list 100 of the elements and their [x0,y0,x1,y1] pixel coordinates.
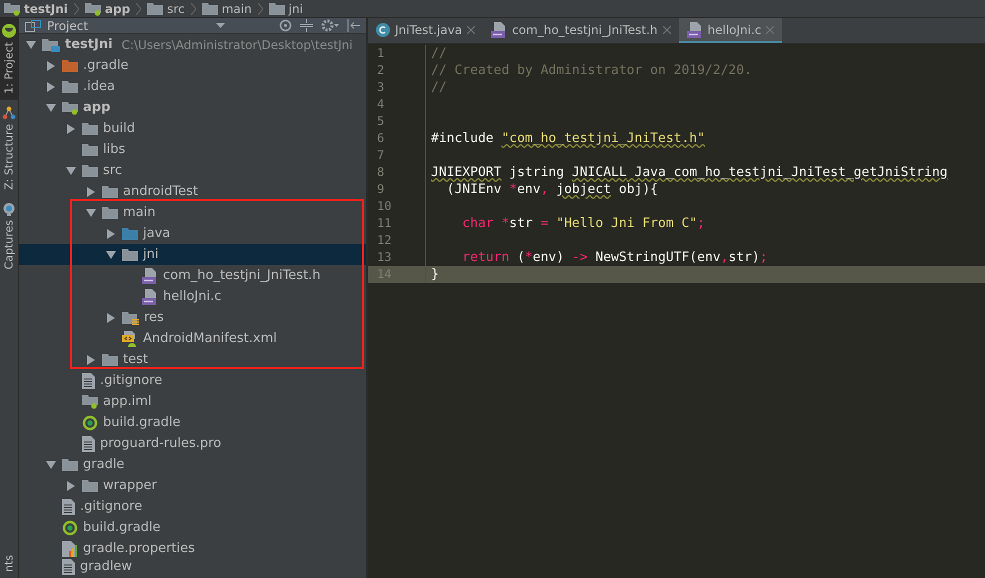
chevron-icon [190,2,196,14]
tool-window-tab[interactable]: nts [0,548,18,578]
collapsed-arrow-icon[interactable] [47,60,55,70]
tree-item[interactable]: gradlew [19,559,366,578]
line-number: 8 [376,164,386,181]
code-line: // [431,79,447,96]
tree-item[interactable]: res [19,307,366,328]
project-folder-icon [42,38,60,52]
project-view-icon [25,20,41,32]
collapsed-arrow-icon[interactable] [67,124,75,134]
line-number: 5 [376,113,386,130]
tool-window-tab[interactable]: Z: Structure [0,100,18,196]
cpp-file-icon [491,22,508,38]
folder-icon [62,458,78,471]
tree-item[interactable]: gradle [19,454,366,475]
tool-window-tab[interactable]: 1: Project [0,18,18,100]
dropdown-caret-icon[interactable] [216,23,226,28]
resource-folder-icon [122,310,139,324]
folder-icon [147,2,164,15]
line-number: 12 [376,232,392,249]
code-line: } [431,266,439,283]
line-number: 1 [376,45,386,62]
line-number: 9 [376,181,386,198]
close-icon[interactable] [467,26,476,34]
line-number: 4 [376,96,386,113]
tree-item[interactable]: proguard-rules.pro [19,433,366,454]
line-number: 2 [376,62,386,79]
tree-item[interactable]: src [19,160,366,181]
folder-icon [122,248,138,261]
tree-item[interactable]: test [19,349,366,370]
tree-item[interactable]: gradle.properties [19,538,366,559]
breadcrumb[interactable]: main [202,2,252,16]
tree-item[interactable]: libs [19,139,366,160]
code-line: char *str = "Hello Jni From C"; [461,215,705,232]
chevron-icon [258,2,263,14]
camera-icon [2,202,16,216]
tool-window-tab[interactable]: Captures [0,196,18,276]
collapse-all-icon[interactable] [300,19,313,32]
expanded-arrow-icon[interactable] [106,250,116,258]
expanded-arrow-icon[interactable] [86,208,96,216]
code-line: #include "com_ho_testjni_JniTest.h" [431,130,705,147]
tree-item[interactable]: jni [19,244,366,265]
chevron-icon [136,2,142,14]
expanded-arrow-icon[interactable] [46,104,56,112]
close-icon[interactable] [662,26,671,34]
collapsed-arrow-icon[interactable] [47,82,55,92]
tree-item[interactable]: androidTest [19,181,366,202]
breadcrumb[interactable]: jni [268,2,303,16]
tree-item[interactable]: app.iml [19,391,366,412]
folder-icon [268,2,285,15]
cpp-file-icon [142,268,158,284]
tree-item[interactable]: .gitignore [19,370,366,391]
editor-tab[interactable]: JniTest.java [368,18,484,43]
collapsed-arrow-icon[interactable] [107,228,115,238]
hide-panel-icon[interactable] [347,19,360,32]
tree-item[interactable]: build.gradle [19,412,366,433]
line-number: 6 [376,130,386,147]
module-folder-icon [4,2,20,16]
panel-title[interactable]: Project [25,18,88,32]
structure-icon [2,106,16,120]
folder-icon [62,80,78,93]
gradle-icon [62,520,78,536]
tree-item[interactable]: .gitignore [19,496,366,517]
settings-icon[interactable] [321,19,339,32]
collapsed-arrow-icon[interactable] [67,480,75,490]
tree-item[interactable]: .idea [19,76,366,97]
expanded-arrow-icon[interactable] [46,460,56,468]
editor-tab[interactable]: helloJni.c [678,18,782,43]
module-folder-icon [84,2,101,16]
code-line: // Created by Administrator on 2019/2/20. [431,62,752,79]
expanded-arrow-icon[interactable] [66,166,76,174]
tree-item[interactable]: app [19,97,366,118]
cpp-file-icon [686,22,703,38]
tree-item[interactable]: main [19,202,366,223]
editor-tab[interactable]: com_ho_testjni_JniTest.h [483,18,679,43]
tree-item[interactable]: build [19,118,366,139]
breadcrumb[interactable]: src [147,2,185,16]
folder-icon [82,164,98,177]
tree-item[interactable]: build.gradle [19,517,366,538]
line-number: 3 [376,79,386,96]
line-number: 7 [376,147,386,164]
collapsed-arrow-icon[interactable] [87,354,95,364]
tree-item[interactable]: wrapper [19,475,366,496]
breadcrumb[interactable]: testJni [4,2,68,16]
folder-icon [102,353,118,366]
tree-item[interactable]: AndroidManifest.xml [19,328,366,349]
expanded-arrow-icon[interactable] [26,40,36,48]
manifest-file-icon [122,330,138,346]
tree-item[interactable]: com_ho_testjni_JniTest.h [19,265,366,286]
tree-item[interactable]: helloJni.c [19,286,366,307]
collapsed-arrow-icon[interactable] [107,312,115,322]
breadcrumb[interactable]: app [84,2,130,16]
tree-item[interactable]: .gradle [19,55,366,76]
tree-item[interactable]: testJni C:\Users\Administrator\Desktop\testJni [19,34,366,55]
code-line: // [431,45,447,62]
collapsed-arrow-icon[interactable] [87,186,95,196]
tree-item[interactable]: java [19,223,366,244]
line-number: 10 [376,198,392,215]
locate-icon[interactable] [279,19,292,32]
line-number: 11 [376,215,392,232]
